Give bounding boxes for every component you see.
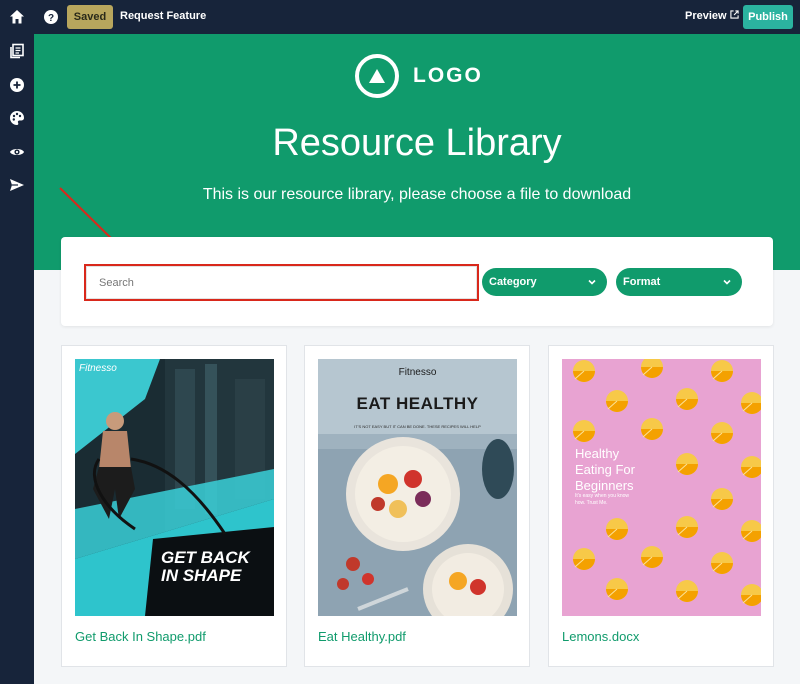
request-feature-link[interactable]: Request Feature [120, 10, 206, 22]
preview-link[interactable]: Preview [685, 10, 739, 22]
thumbnail-headline: EAT HEALTHY [356, 394, 479, 413]
resource-link[interactable]: Get Back In Shape.pdf [75, 629, 206, 644]
format-dropdown[interactable]: Format [616, 268, 742, 296]
page-title: Resource Library [272, 122, 562, 164]
thumbnail-brand: Fitnesso [398, 367, 437, 378]
external-link-icon [729, 10, 739, 22]
home-icon[interactable] [7, 7, 27, 27]
resource-card-get-back-in-shape[interactable]: Fitnesso GET BACK IN SHAPE Get Back In S… [61, 345, 287, 667]
help-icon[interactable]: ? [41, 7, 61, 27]
resource-card-eat-healthy[interactable]: Fitnesso EAT HEALTHY IT'S NOT EASY BUT I… [304, 345, 530, 667]
logo-triangle-icon [355, 54, 399, 98]
resource-thumbnail[interactable]: Fitnesso EAT HEALTHY IT'S NOT EASY BUT I… [318, 359, 517, 616]
category-label: Category [489, 276, 537, 288]
resource-thumbnail[interactable]: Fitnesso GET BACK IN SHAPE [75, 359, 274, 616]
saved-button[interactable]: Saved [67, 5, 113, 29]
format-label: Format [623, 276, 661, 288]
search-box-highlight [84, 264, 479, 301]
search-input[interactable] [86, 266, 477, 299]
resource-card-lemons[interactable]: Healthy Eating For Beginners It's easy w… [548, 345, 774, 667]
resource-link[interactable]: Lemons.docx [562, 629, 639, 644]
top-bar: ? Saved Request Feature Preview Publish [0, 0, 800, 34]
logo: LOGO [355, 54, 483, 98]
resource-thumbnail[interactable]: Healthy Eating For Beginners It's easy w… [562, 359, 761, 616]
logo-text: LOGO [413, 64, 483, 87]
thumbnail-subtext: It's easy when you know how. Trust Me. [575, 493, 630, 506]
resource-link[interactable]: Eat Healthy.pdf [318, 629, 406, 644]
thumbnail-headline: Healthy Eating For Beginners [575, 446, 635, 493]
chevron-down-icon [587, 277, 597, 290]
preview-label: Preview [685, 10, 727, 22]
category-dropdown[interactable]: Category [482, 268, 607, 296]
pages-icon[interactable] [7, 41, 27, 61]
thumbnail-brand: Fitnesso [79, 363, 117, 374]
svg-text:?: ? [48, 13, 54, 24]
chevron-down-icon [722, 277, 732, 290]
thumbnail-tagline: IT'S NOT EASY BUT IT CAN BE DONE. THESE … [354, 424, 481, 429]
add-icon[interactable] [7, 75, 27, 95]
publish-button[interactable]: Publish [743, 5, 793, 29]
thumbnail-headline: GET BACK IN SHAPE [161, 548, 250, 585]
